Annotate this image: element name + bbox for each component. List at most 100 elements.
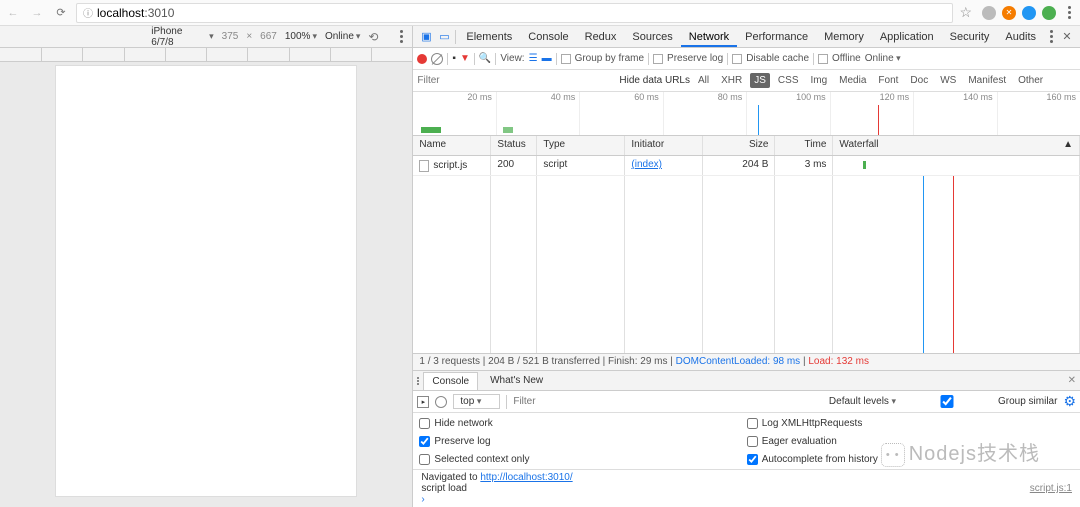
reload-button[interactable]: ⟳	[52, 4, 70, 22]
preserve-log-checkbox[interactable]	[653, 54, 663, 64]
autocomplete-checkbox[interactable]	[747, 454, 758, 465]
device-mode-icon[interactable]: ▭	[435, 28, 453, 46]
filter-input[interactable]	[417, 75, 507, 86]
selected-context-checkbox[interactable]	[419, 454, 430, 465]
timeline-overview[interactable]: 20 ms 40 ms 60 ms 80 ms 100 ms 120 ms 14…	[413, 92, 1080, 136]
filter-ws[interactable]: WS	[936, 73, 960, 88]
opt-label: Preserve log	[434, 436, 490, 447]
large-rows-icon[interactable]: ☰	[529, 53, 538, 64]
filter-xhr[interactable]: XHR	[717, 73, 746, 88]
zoom-select[interactable]: 100%	[285, 31, 317, 42]
address-bar[interactable]: ⓘ localhost:3010	[76, 3, 953, 23]
offline-checkbox[interactable]	[818, 54, 828, 64]
filter-doc[interactable]: Doc	[906, 73, 932, 88]
header-size[interactable]: Size	[703, 136, 775, 155]
drawer-tab-whatsnew[interactable]: What's New	[482, 372, 551, 389]
filter-icon[interactable]: ▼	[460, 53, 470, 64]
tab-security[interactable]: Security	[942, 27, 998, 47]
log-levels-select[interactable]: Default levels	[829, 396, 896, 407]
forward-button[interactable]: →	[28, 4, 46, 22]
overview-icon[interactable]: ▬	[542, 53, 552, 64]
filter-img[interactable]: Img	[806, 73, 831, 88]
filter-all[interactable]: All	[694, 73, 713, 88]
clear-console-button[interactable]	[435, 396, 447, 408]
back-button[interactable]: ←	[4, 4, 22, 22]
log-source[interactable]: script.js:1	[1030, 483, 1072, 494]
header-type[interactable]: Type	[537, 136, 625, 155]
extension-icon[interactable]	[982, 6, 996, 20]
rotate-icon[interactable]: ⟲	[368, 30, 378, 44]
info-icon: ⓘ	[83, 5, 93, 20]
filter-js[interactable]: JS	[750, 73, 770, 88]
tab-audits[interactable]: Audits	[997, 27, 1044, 47]
browser-menu-icon[interactable]	[1062, 6, 1076, 19]
tab-redux[interactable]: Redux	[577, 27, 625, 47]
drawer-menu-icon[interactable]	[417, 377, 419, 385]
console-output[interactable]: Navigated to http://localhost:3010/ scri…	[413, 470, 1080, 507]
cell-initiator[interactable]: (index)	[631, 159, 662, 170]
console-prompt[interactable]: ›	[421, 494, 1072, 505]
header-waterfall[interactable]: Waterfall▲	[833, 136, 1080, 155]
cell-waterfall	[833, 156, 1080, 175]
throttle-select[interactable]: Online	[325, 31, 360, 42]
sidebar-toggle-icon[interactable]: ▸	[417, 396, 429, 408]
search-icon[interactable]: 🔍	[479, 53, 491, 64]
bookmark-icon[interactable]: ☆	[959, 4, 972, 21]
header-initiator[interactable]: Initiator	[625, 136, 703, 155]
header-status[interactable]: Status	[491, 136, 537, 155]
eager-eval-checkbox[interactable]	[747, 436, 758, 447]
extension-icon[interactable]: ✕	[1002, 6, 1016, 20]
network-table: Name Status Type Initiator Size Time Wat…	[413, 136, 1080, 353]
hide-network-checkbox[interactable]	[419, 418, 430, 429]
tab-performance[interactable]: Performance	[737, 27, 816, 47]
inspect-icon[interactable]: ▣	[417, 28, 435, 46]
header-name[interactable]: Name	[413, 136, 491, 155]
timeline-bar	[421, 127, 441, 133]
record-button[interactable]	[417, 54, 427, 64]
tab-network[interactable]: Network	[681, 27, 737, 47]
device-width[interactable]: 375	[222, 31, 239, 42]
log-xhr-checkbox[interactable]	[747, 418, 758, 429]
browser-toolbar: ← → ⟳ ⓘ localhost:3010 ☆ ✕	[0, 0, 1080, 26]
settings-icon[interactable]: ⚙	[1063, 393, 1076, 410]
device-frame[interactable]	[56, 66, 356, 496]
preserve-log-checkbox[interactable]	[419, 436, 430, 447]
filter-font[interactable]: Font	[874, 73, 902, 88]
tab-application[interactable]: Application	[872, 27, 942, 47]
filter-css[interactable]: CSS	[774, 73, 803, 88]
extension-icon[interactable]	[1022, 6, 1036, 20]
navigated-url[interactable]: http://localhost:3010/	[480, 472, 572, 483]
filter-other[interactable]: Other	[1014, 73, 1047, 88]
console-filter-input[interactable]	[513, 396, 603, 407]
tab-sources[interactable]: Sources	[624, 27, 680, 47]
device-height[interactable]: 667	[260, 31, 277, 42]
opt-label: Log XMLHttpRequests	[762, 418, 863, 429]
throttle-select[interactable]: Online	[865, 53, 901, 64]
extensions: ✕	[982, 6, 1056, 20]
device-select[interactable]: iPhone 6/7/8	[151, 26, 213, 48]
cell-name: script.js	[433, 160, 467, 171]
disable-cache-checkbox[interactable]	[732, 54, 742, 64]
device-menu-icon[interactable]	[394, 30, 408, 43]
tab-elements[interactable]: Elements	[458, 27, 520, 47]
group-by-frame-checkbox[interactable]	[561, 54, 571, 64]
context-select[interactable]: top	[453, 394, 500, 409]
ruler	[0, 48, 412, 62]
filter-media[interactable]: Media	[835, 73, 870, 88]
header-time[interactable]: Time	[775, 136, 833, 155]
devtools-menu-icon[interactable]	[1044, 30, 1058, 43]
filter-manifest[interactable]: Manifest	[964, 73, 1010, 88]
tab-memory[interactable]: Memory	[816, 27, 872, 47]
navigated-label: Navigated to	[421, 472, 480, 483]
close-drawer-icon[interactable]: ✕	[1068, 375, 1076, 386]
drawer-tab-console[interactable]: Console	[423, 372, 478, 390]
close-devtools-icon[interactable]: ✕	[1058, 28, 1076, 46]
table-row[interactable]: script.js 200 script (index) 204 B 3 ms	[413, 156, 1080, 176]
tab-console[interactable]: Console	[520, 27, 576, 47]
emulated-viewport-pane: iPhone 6/7/8 375 × 667 100% Online ⟲	[0, 26, 413, 507]
extension-icon[interactable]	[1042, 6, 1056, 20]
load-line	[953, 176, 954, 353]
camera-icon[interactable]: ▪	[452, 53, 456, 64]
group-similar-checkbox[interactable]	[902, 395, 992, 408]
clear-button[interactable]	[431, 53, 443, 65]
